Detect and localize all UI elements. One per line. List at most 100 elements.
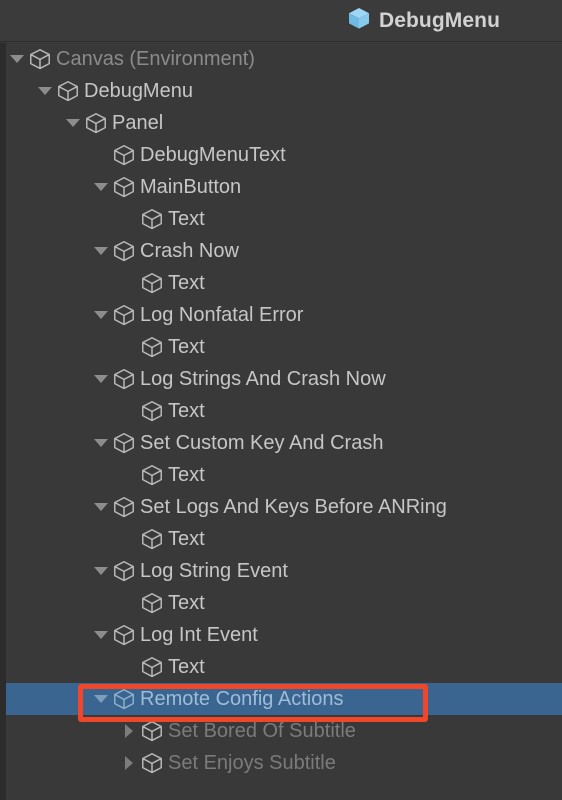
chevron-right-icon[interactable] [120, 715, 138, 747]
cube-icon [140, 203, 164, 235]
triangle-glyph [125, 756, 133, 770]
chevron-right-icon[interactable] [120, 747, 138, 779]
tree-row[interactable]: Remote Config Actions [0, 683, 562, 715]
tree-row-label: Text [168, 336, 205, 358]
tree-row[interactable]: Log String Event [0, 555, 562, 587]
tree-row[interactable]: DebugMenuText [0, 139, 562, 171]
chevron-down-icon[interactable] [36, 75, 54, 107]
cube-icon [112, 299, 136, 331]
tree-row-label: Text [168, 464, 205, 486]
tree-row-label: Text [168, 272, 205, 294]
triangle-glyph [94, 311, 108, 319]
cube-icon [140, 587, 164, 619]
chevron-down-icon[interactable] [64, 107, 82, 139]
tree-row[interactable]: Canvas (Environment) [0, 43, 562, 75]
tree-row-label: Set Logs And Keys Before ANRing [140, 496, 447, 518]
triangle-glyph [125, 724, 133, 738]
cube-icon [112, 235, 136, 267]
tree-row[interactable]: Set Custom Key And Crash [0, 427, 562, 459]
tree-row-label: MainButton [140, 176, 242, 198]
tree-row[interactable]: Log Strings And Crash Now [0, 363, 562, 395]
triangle-glyph [38, 87, 52, 95]
tree-row[interactable]: Text [0, 395, 562, 427]
cube-icon [28, 43, 52, 75]
cube-icon [56, 75, 80, 107]
tree-row[interactable]: Set Bored Of Subtitle [0, 715, 562, 747]
cube-icon [112, 363, 136, 395]
triangle-glyph [94, 567, 108, 575]
tree-row-label: Remote Config Actions [140, 688, 344, 710]
triangle-glyph [94, 695, 108, 703]
cube-icon [112, 683, 136, 715]
cube-icon [140, 331, 164, 363]
tree-row-label: Set Bored Of Subtitle [168, 720, 356, 742]
tree-row-label: Text [168, 656, 205, 678]
tree-row[interactable]: Text [0, 587, 562, 619]
tree-row[interactable]: Text [0, 267, 562, 299]
cube-icon [112, 139, 136, 171]
chevron-down-icon[interactable] [92, 235, 110, 267]
triangle-glyph [94, 439, 108, 447]
tree-row-label: Crash Now [140, 240, 239, 262]
tree-row[interactable]: DebugMenu [0, 75, 562, 107]
hierarchy-header: DebugMenu [0, 0, 562, 42]
chevron-down-icon[interactable] [92, 299, 110, 331]
chevron-down-icon[interactable] [92, 619, 110, 651]
tree-row[interactable]: Log Nonfatal Error [0, 299, 562, 331]
hierarchy-tree[interactable]: Canvas (Environment) DebugMenu Panel DebugM… [0, 43, 562, 800]
tree-row-label: Text [168, 528, 205, 550]
triangle-glyph [66, 119, 80, 127]
chevron-down-icon[interactable] [92, 555, 110, 587]
triangle-glyph [94, 247, 108, 255]
triangle-glyph [94, 375, 108, 383]
tree-row-label: Set Enjoys Subtitle [168, 752, 336, 774]
tree-row[interactable]: Text [0, 459, 562, 491]
triangle-glyph [94, 503, 108, 511]
tree-row[interactable]: MainButton [0, 171, 562, 203]
cube-icon [140, 523, 164, 555]
tree-row-label: Text [168, 400, 205, 422]
tree-row[interactable]: Text [0, 331, 562, 363]
unity-hierarchy-window: DebugMenu Canvas (Environment) DebugMenu P… [0, 0, 562, 800]
tree-row[interactable]: Set Enjoys Subtitle [0, 747, 562, 779]
tree-row[interactable]: Set Logs And Keys Before ANRing [0, 491, 562, 523]
cube-icon [140, 747, 164, 779]
cube-icon [84, 107, 108, 139]
tree-row-label: Canvas (Environment) [56, 48, 255, 70]
cube-icon [140, 395, 164, 427]
tree-row-label: Log Strings And Crash Now [140, 368, 386, 390]
tree-row[interactable]: Panel [0, 107, 562, 139]
tree-row-label: DebugMenuText [140, 144, 286, 166]
cube-icon [112, 171, 136, 203]
triangle-glyph [94, 631, 108, 639]
chevron-down-icon[interactable] [92, 171, 110, 203]
cube-icon [112, 427, 136, 459]
page-title: DebugMenu [378, 9, 500, 32]
tree-row[interactable]: Log Int Event [0, 619, 562, 651]
triangle-glyph [10, 55, 24, 63]
tree-row[interactable]: Text [0, 523, 562, 555]
tree-row-label: Log Int Event [140, 624, 258, 646]
cube-icon [112, 619, 136, 651]
cube-icon [140, 651, 164, 683]
chevron-down-icon[interactable] [8, 43, 26, 75]
tree-row-label: Text [168, 208, 205, 230]
chevron-down-icon[interactable] [92, 427, 110, 459]
tree-row[interactable]: Text [0, 203, 562, 235]
tree-row[interactable]: Text [0, 651, 562, 683]
cube-icon [112, 555, 136, 587]
tree-row-label: DebugMenu [84, 80, 193, 102]
chevron-down-icon[interactable] [92, 491, 110, 523]
tree-row[interactable]: Crash Now [0, 235, 562, 267]
tree-row-label: Log String Event [140, 560, 288, 582]
chevron-down-icon[interactable] [92, 683, 110, 715]
tree-row-label: Set Custom Key And Crash [140, 432, 384, 454]
tree-row-label: Panel [112, 112, 164, 134]
prefab-cube-icon [347, 6, 371, 35]
triangle-glyph [94, 183, 108, 191]
cube-icon [112, 491, 136, 523]
header-title-group: DebugMenu [347, 6, 500, 35]
cube-icon [140, 267, 164, 299]
chevron-down-icon[interactable] [92, 363, 110, 395]
tree-row-label: Text [168, 592, 205, 614]
